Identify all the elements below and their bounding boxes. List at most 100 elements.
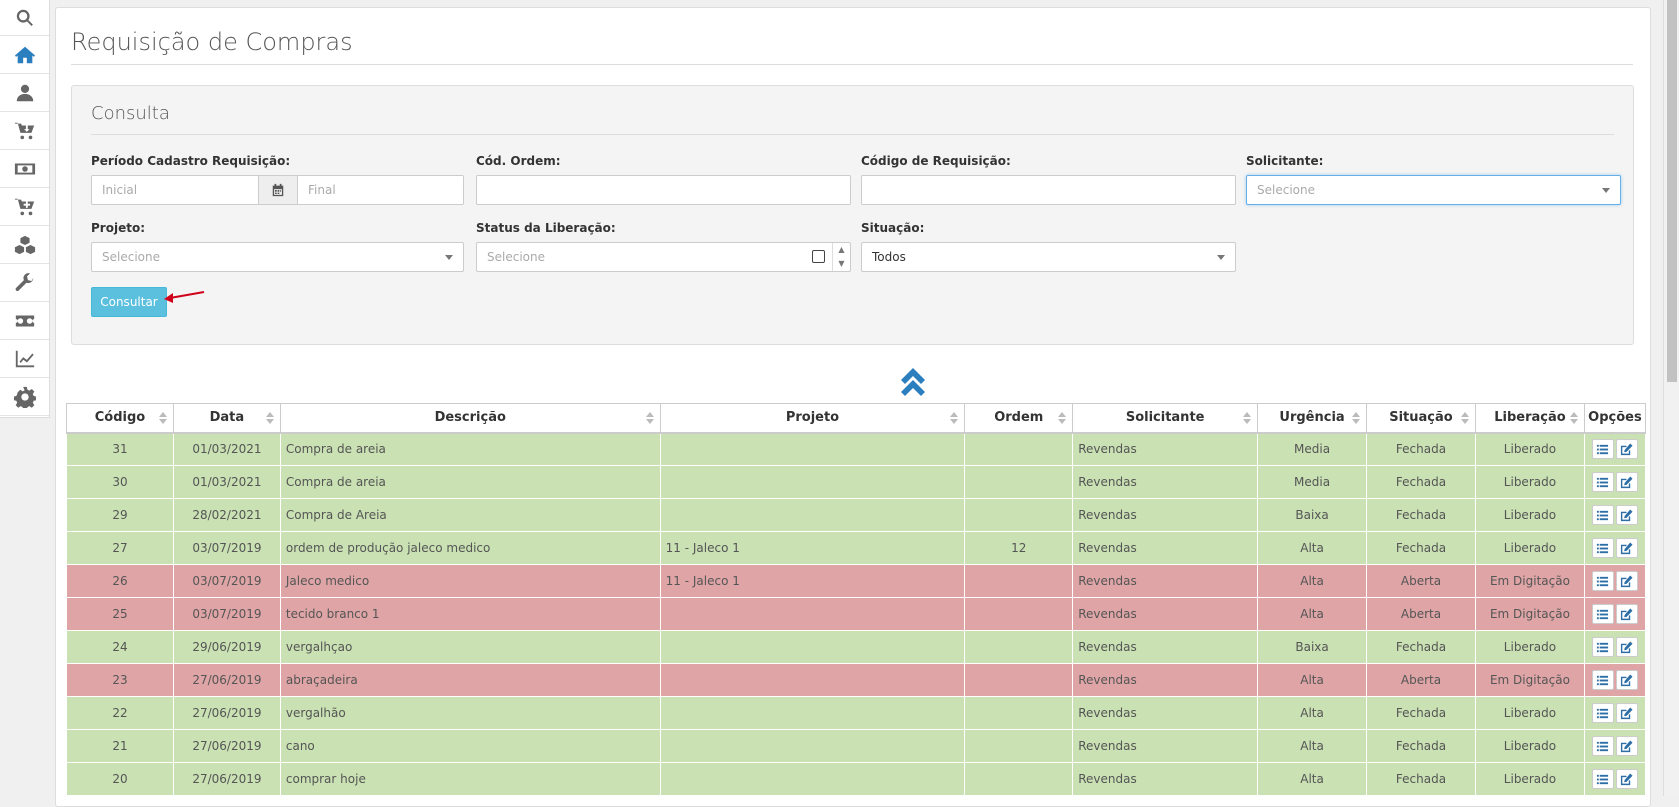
situacao-select[interactable]: Todos: [861, 242, 1236, 272]
table-cell: Compra de areia: [279, 432, 661, 466]
sidebar-item-cart-download[interactable]: [0, 112, 49, 150]
data-inicial-input[interactable]: Inicial: [91, 175, 259, 205]
sidebar-item-chart[interactable]: [0, 340, 49, 378]
sort-icon[interactable]: [1243, 412, 1252, 425]
column-header[interactable]: Ordem: [964, 403, 1074, 434]
column-header[interactable]: Data: [172, 403, 281, 434]
table-cell: Fechada: [1366, 630, 1476, 664]
sort-icon[interactable]: [950, 412, 959, 425]
table-row[interactable]: 22 27/06/2019 vergalhão Revendas Alta Fechada…: [66, 696, 1647, 730]
list-icon: [1596, 509, 1609, 522]
sidebar-item-money[interactable]: [0, 150, 49, 188]
panel-title: Consulta: [91, 103, 170, 124]
table-header-row: Código Data Descrição Projeto Ordem Solicitan…: [66, 403, 1647, 434]
details-button[interactable]: [1591, 505, 1614, 525]
solicitante-select[interactable]: Selecione: [1246, 175, 1621, 205]
table-row[interactable]: 24 29/06/2019 vergalhçao Revendas Baixa Fecha…: [66, 630, 1647, 664]
details-button[interactable]: [1591, 637, 1614, 657]
panel-divider: [91, 134, 1614, 135]
table-row[interactable]: 30 01/03/2021 Compra de areia Revendas Media…: [66, 465, 1647, 499]
edit-button[interactable]: [1615, 736, 1638, 756]
table-cell: Aberta: [1366, 564, 1476, 598]
details-button[interactable]: [1591, 538, 1614, 558]
edit-button[interactable]: [1615, 538, 1638, 558]
table-row[interactable]: 29 28/02/2021 Compra de Areia Revendas Baixa…: [66, 498, 1647, 532]
column-header[interactable]: Opções: [1583, 403, 1647, 434]
cod-requisicao-input[interactable]: [861, 175, 1236, 205]
details-button[interactable]: [1591, 571, 1614, 591]
details-button[interactable]: [1591, 769, 1614, 789]
sidebar-item-home[interactable]: [0, 36, 49, 74]
edit-icon: [1620, 640, 1633, 654]
edit-button[interactable]: [1615, 571, 1638, 591]
column-header[interactable]: Liberação: [1474, 403, 1585, 434]
table-row[interactable]: 23 27/06/2019 abraçadeira Revendas Alta Abert…: [66, 663, 1647, 697]
column-header[interactable]: Projeto: [659, 403, 966, 434]
sidebar-item-wrench[interactable]: [0, 264, 49, 302]
sort-icon[interactable]: [1058, 412, 1067, 425]
edit-button[interactable]: [1615, 604, 1638, 624]
status-liberacao-input[interactable]: Selecione ▲ ▼: [476, 242, 851, 272]
collapse-up-icon[interactable]: [898, 366, 928, 398]
data-final-input[interactable]: Final: [297, 175, 464, 205]
table-cell: [964, 498, 1074, 532]
calendar-addon[interactable]: [258, 175, 298, 205]
cod-ordem-input[interactable]: [476, 175, 851, 205]
details-button[interactable]: [1591, 604, 1614, 624]
table-cell: 31: [66, 432, 174, 466]
table-cell: Fechada: [1366, 531, 1476, 565]
spin-up-icon[interactable]: ▲: [833, 243, 850, 257]
edit-button[interactable]: [1615, 439, 1638, 460]
sort-icon[interactable]: [1352, 412, 1361, 425]
scrollbar-thumb[interactable]: [1667, 0, 1677, 382]
column-header-label: Descrição: [434, 410, 506, 426]
projeto-label: Projeto:: [91, 221, 145, 235]
table-cell: [659, 762, 966, 796]
table-row[interactable]: 27 03/07/2019 ordem de produção jaleco med…: [66, 531, 1647, 565]
column-header[interactable]: Situação: [1366, 403, 1476, 434]
sidebar-item-ticket[interactable]: [0, 302, 49, 340]
status-value: Selecione: [487, 250, 545, 264]
spin-down-icon[interactable]: ▼: [833, 257, 850, 271]
edit-button[interactable]: [1615, 670, 1638, 690]
edit-button[interactable]: [1615, 769, 1638, 789]
sort-icon[interactable]: [265, 412, 274, 425]
sidebar-item-settings[interactable]: [0, 378, 49, 416]
table-row[interactable]: 31 01/03/2021 Compra de areia Revendas Media…: [66, 432, 1647, 466]
details-button[interactable]: [1591, 670, 1614, 690]
table-cell: 11 - Jaleco 1: [659, 564, 966, 598]
table-row[interactable]: 25 03/07/2019 tecido branco 1 Revendas Alta A…: [66, 597, 1647, 631]
projeto-select[interactable]: Selecione: [91, 242, 464, 272]
details-button[interactable]: [1591, 439, 1614, 460]
sidebar-item-user[interactable]: [0, 74, 49, 112]
sort-icon[interactable]: [1460, 412, 1469, 425]
edit-icon: [1620, 574, 1633, 588]
sidebar-item-search[interactable]: [0, 0, 49, 36]
details-button[interactable]: [1591, 703, 1614, 723]
table-row[interactable]: 20 27/06/2019 comprar hoje Revendas Alta Fech…: [66, 762, 1647, 796]
edit-button[interactable]: [1615, 637, 1638, 657]
table-cell: [964, 696, 1074, 730]
column-header[interactable]: Código: [66, 403, 174, 434]
edit-button[interactable]: [1615, 472, 1638, 492]
sidebar-item-cart-plus[interactable]: [0, 188, 49, 226]
page-scrollbar[interactable]: [1663, 0, 1679, 796]
column-header[interactable]: Urgência: [1257, 403, 1368, 434]
sort-icon[interactable]: [645, 412, 654, 425]
edit-button[interactable]: [1615, 505, 1638, 525]
table-cell: 26: [66, 564, 174, 598]
details-button[interactable]: [1591, 472, 1614, 492]
sort-icon[interactable]: [158, 412, 167, 425]
edit-button[interactable]: [1615, 703, 1638, 723]
sort-icon[interactable]: [1569, 412, 1578, 425]
column-header[interactable]: Descrição: [279, 403, 661, 434]
consultar-button[interactable]: Consultar: [91, 287, 167, 317]
table-row[interactable]: 26 03/07/2019 Jaleco medico 11 - Jaleco 1 Re…: [66, 564, 1647, 598]
column-header[interactable]: Solicitante: [1072, 403, 1259, 434]
sidebar-item-cubes[interactable]: [0, 226, 49, 264]
spinner-control[interactable]: ▲ ▼: [832, 243, 850, 271]
details-button[interactable]: [1591, 736, 1614, 756]
options-cell: [1583, 663, 1647, 697]
table-row[interactable]: 21 27/06/2019 cano Revendas Alta Fechada Liber…: [66, 729, 1647, 763]
list-icon: [1596, 608, 1609, 621]
